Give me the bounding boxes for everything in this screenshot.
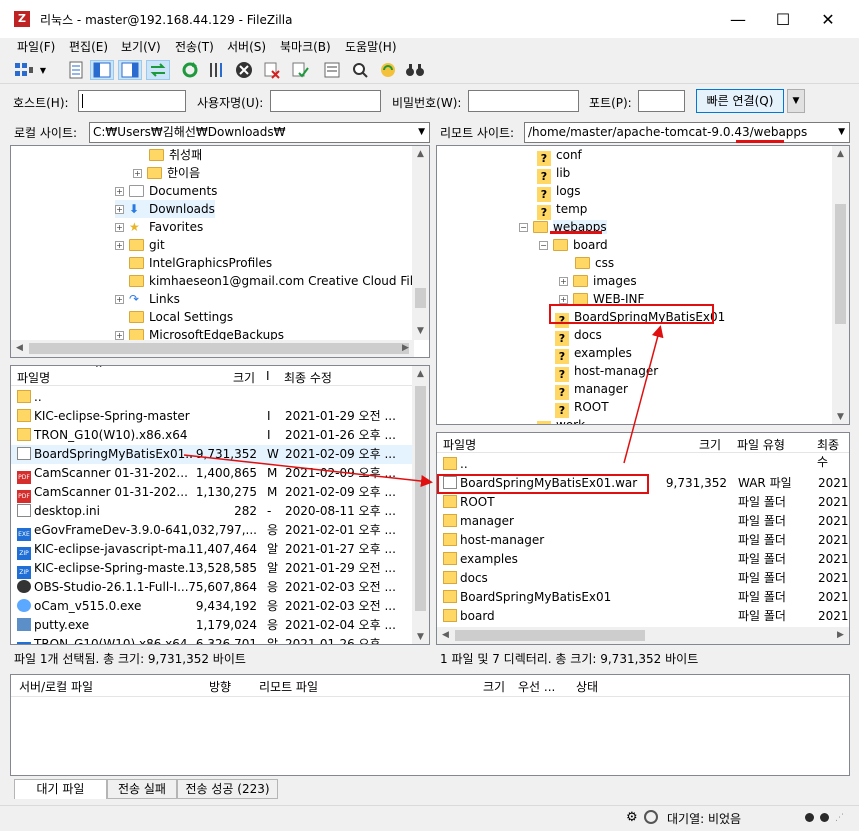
queue-header: 서버/로컬 파일 방향 리모트 파일 크기 우선 ... 상태 (11, 675, 849, 697)
tab-queued-files[interactable]: 대기 파일 (14, 779, 107, 799)
tab-failed-transfers[interactable]: 전송 실패 (107, 779, 177, 799)
column-size[interactable]: 크기 (483, 678, 505, 695)
bottom-status-bar: ⚙ 대기열: 비었음 ⋰ (0, 805, 859, 829)
resize-grip-icon[interactable]: ⋰ (835, 813, 844, 823)
column-remote-file[interactable]: 리모트 파일 (259, 678, 318, 695)
column-status[interactable]: 상태 (576, 678, 598, 695)
transfer-queue-pane: 서버/로컬 파일 방향 리모트 파일 크기 우선 ... 상태 (10, 674, 850, 776)
column-server-local-file[interactable]: 서버/로컬 파일 (19, 678, 93, 695)
tab-successful-transfers[interactable]: 전송 성공 (223) (177, 779, 278, 799)
queue-status: 대기열: 비었음 (667, 812, 742, 826)
gear-icon[interactable]: ⚙ (626, 810, 638, 825)
annotation-arrow (183, 454, 433, 487)
speed-limit-icon[interactable] (644, 810, 658, 824)
send-led-icon (820, 813, 829, 822)
recv-led-icon (805, 813, 814, 822)
column-direction[interactable]: 방향 (209, 678, 231, 695)
annotation-arrow (623, 325, 664, 464)
column-priority[interactable]: 우선 ... (518, 678, 555, 695)
